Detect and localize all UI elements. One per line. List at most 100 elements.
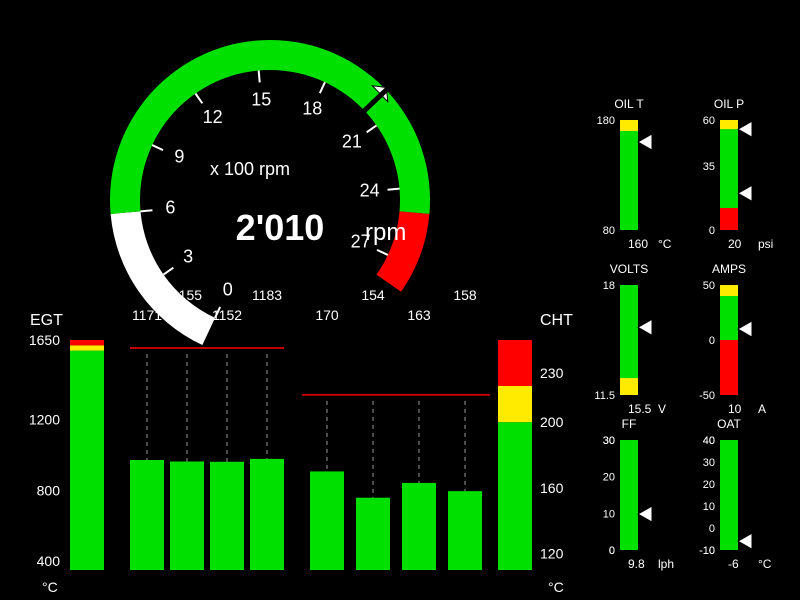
rpm-tick — [152, 145, 163, 150]
oat-bar — [720, 440, 738, 550]
rpm-tick — [388, 189, 400, 190]
svg-text:-50: -50 — [699, 390, 715, 402]
svg-text:60: 60 — [703, 115, 715, 127]
amps-unit: A — [758, 402, 766, 416]
cht-bar-value: 170 — [315, 307, 339, 323]
volts-pointer-icon — [638, 319, 652, 335]
rpm-scale-label: x 100 rpm — [210, 159, 290, 179]
oilp-unit: psi — [758, 237, 773, 251]
ff-bar — [620, 440, 638, 550]
volts-value: 15.5 — [628, 402, 652, 416]
egt-sidebar — [70, 351, 104, 570]
cht-bar — [448, 491, 482, 570]
svg-text:30: 30 — [703, 457, 715, 469]
oilt-bar — [620, 120, 638, 230]
rpm-arc-green — [110, 40, 430, 214]
cht-bar-value: 154 — [361, 287, 385, 303]
oat-label: OAT — [717, 417, 741, 431]
rpm-tick-label: 21 — [342, 132, 362, 152]
svg-text:11.5: 11.5 — [594, 390, 615, 402]
cht-bar — [310, 471, 344, 570]
egt-bar — [170, 462, 204, 571]
rpm-tick-label: 0 — [223, 280, 233, 300]
cht-label: CHT — [540, 312, 573, 329]
svg-text:80: 80 — [603, 225, 615, 237]
egt-bar — [250, 459, 284, 570]
rpm-tick — [164, 268, 174, 275]
egt-unit: °C — [42, 579, 58, 595]
egt-bar-value: 1171 — [132, 307, 162, 323]
oat-value: -6 — [728, 557, 739, 571]
svg-text:0: 0 — [609, 545, 615, 557]
oilt-value: 160 — [628, 237, 648, 251]
egt-axis-tick: 800 — [37, 482, 61, 498]
egt-bar-value: 1183 — [252, 287, 282, 303]
ff-value: 9.8 — [628, 557, 645, 571]
svg-text:0: 0 — [709, 523, 715, 535]
svg-text:20: 20 — [603, 472, 615, 484]
egt-axis-tick: 1650 — [29, 332, 60, 348]
rpm-tick — [259, 70, 260, 82]
oilt-unit: °C — [658, 237, 672, 251]
svg-text:35: 35 — [703, 161, 715, 173]
cht-axis-tick: 120 — [540, 546, 564, 562]
cht-unit: °C — [548, 579, 564, 595]
cht-bar — [402, 483, 436, 570]
svg-text:30: 30 — [603, 435, 615, 447]
rpm-arc-white — [111, 211, 215, 345]
egt-bar-value: 1155 — [172, 287, 202, 303]
svg-text:10: 10 — [603, 508, 615, 520]
rpm-tick-label: 12 — [203, 107, 223, 127]
rpm-tick — [367, 125, 377, 132]
cht-bar-value: 163 — [407, 307, 431, 323]
oat-unit: °C — [758, 557, 772, 571]
amps-label: AMPS — [712, 262, 746, 276]
cht-bar — [356, 498, 390, 570]
ff-unit: lph — [658, 557, 674, 571]
volts-unit: V — [658, 402, 666, 416]
ff-label: FF — [622, 417, 637, 431]
svg-text:40: 40 — [703, 435, 715, 447]
svg-text:50: 50 — [703, 280, 715, 292]
oilt-label: OIL T — [614, 97, 644, 111]
rpm-tick-label: 9 — [174, 147, 184, 167]
rpm-tick-label: 6 — [165, 198, 175, 218]
egt-axis-tick: 400 — [37, 553, 61, 569]
ff-pointer-icon — [638, 506, 652, 522]
svg-text:10: 10 — [703, 501, 715, 513]
rpm-tick-label: 3 — [183, 246, 193, 266]
oilt-pointer-icon — [638, 134, 652, 150]
egt-bar-value: 1152 — [212, 307, 242, 323]
svg-text:0: 0 — [709, 225, 715, 237]
svg-text:0: 0 — [709, 335, 715, 347]
egt-bar — [210, 462, 244, 570]
svg-text:18: 18 — [603, 280, 615, 292]
rpm-unit: rpm — [365, 219, 406, 246]
egt-label: EGT — [30, 312, 63, 329]
rpm-tick-label: 18 — [302, 98, 322, 118]
rpm-tick-label: 24 — [360, 180, 380, 200]
cht-axis-tick: 160 — [540, 480, 564, 496]
rpm-tick — [320, 82, 325, 93]
cht-bar-value: 158 — [453, 287, 477, 303]
cht-sidebar — [498, 422, 532, 570]
oilp-value: 20 — [728, 237, 742, 251]
rpm-tick — [195, 94, 202, 104]
oilp-pointer-icon — [738, 121, 752, 137]
svg-text:20: 20 — [703, 479, 715, 491]
rpm-tick — [377, 250, 388, 255]
egt-bar — [130, 460, 164, 570]
svg-text:180: 180 — [597, 115, 615, 127]
amps-pointer-icon — [738, 321, 752, 337]
svg-text:-10: -10 — [699, 545, 715, 557]
oilp-pointer-icon — [738, 185, 752, 201]
oilp-label: OIL P — [714, 97, 744, 111]
egt-axis-tick: 1200 — [29, 412, 60, 428]
rpm-tick-label: 15 — [251, 89, 271, 109]
rpm-value: 2'010 — [236, 207, 325, 248]
amps-value: 10 — [728, 402, 742, 416]
cht-axis-tick: 200 — [540, 414, 564, 430]
cht-axis-tick: 230 — [540, 365, 564, 381]
oat-pointer-icon — [738, 533, 752, 549]
volts-label: VOLTS — [610, 262, 648, 276]
